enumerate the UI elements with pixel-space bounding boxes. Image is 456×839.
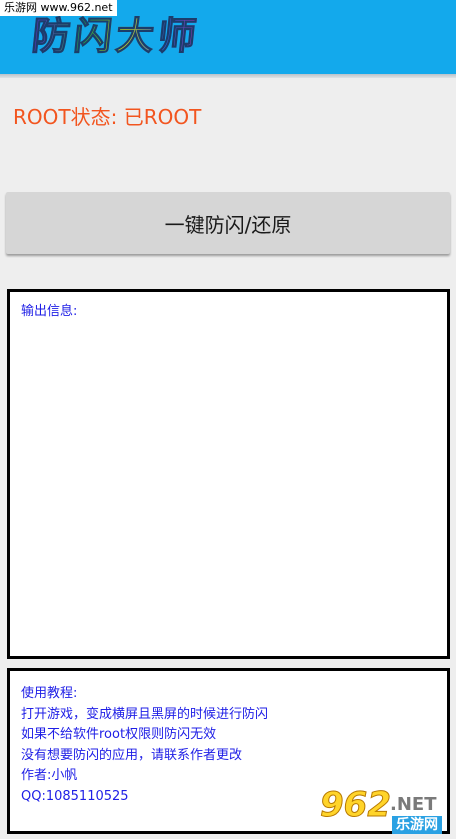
output-label: 输出信息: [21, 304, 78, 319]
help-title: 使用教程: [21, 686, 78, 701]
help-line-1: 打开游戏，变成横屏且黑屏的时候进行防闪 [21, 706, 269, 722]
root-status-text: ROOT状态: 已ROOT [13, 105, 202, 129]
output-panel: 输出信息: [7, 289, 450, 659]
help-author: 作者:小帆 [21, 768, 78, 783]
watermark-logo-number: 962 [320, 785, 392, 825]
watermark-logo: 962 .NET 乐游网 [320, 786, 452, 836]
help-qq: QQ:1085110525 [21, 788, 129, 804]
help-line-3: 没有想要防闪的应用，请联系作者更改 [21, 747, 243, 763]
toggle-flash-fix-button[interactable]: 一键防闪/还原 [6, 192, 450, 254]
help-line-2: 如果不给软件root权限则防闪无效 [21, 727, 217, 742]
help-text: 使用教程: 打开游戏，变成横屏且黑屏的时候进行防闪 如果不给软件root权限则防… [21, 684, 268, 807]
app-title: 防闪大师 [29, 10, 203, 62]
watermark-logo-suffix: .NET [390, 794, 437, 815]
watermark-text: 乐游网 www.962.net [0, 0, 117, 16]
watermark-logo-cn: 乐游网 [392, 816, 442, 834]
header-divider [0, 74, 456, 78]
